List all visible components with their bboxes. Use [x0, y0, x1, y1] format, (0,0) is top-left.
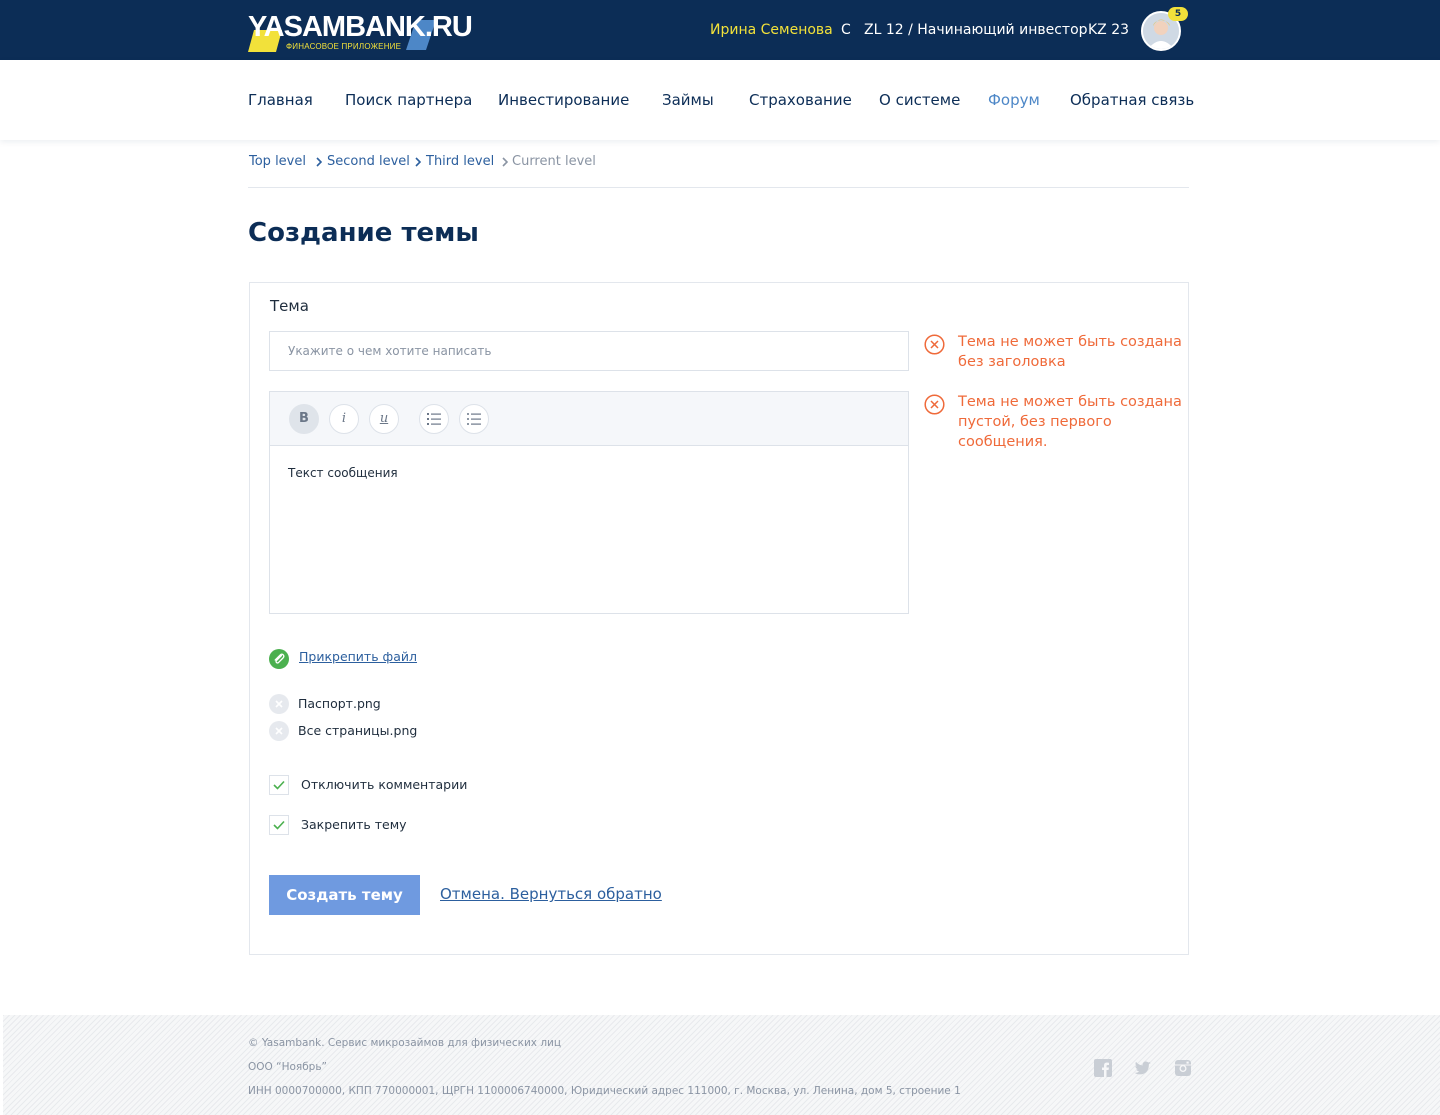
create-topic-button[interactable]: Создать тему — [269, 875, 420, 915]
footer-legal: ИНН 0000700000, КПП 770000001, ЩРГН 1100… — [248, 1085, 961, 1097]
nav-item-partner-search[interactable]: Поиск партнера — [345, 90, 472, 110]
breadcrumb-item[interactable]: Top level — [249, 154, 306, 170]
footer-company: ООО “Ноябрь” — [248, 1061, 327, 1073]
italic-button[interactable]: i — [329, 404, 359, 434]
logo[interactable]: YASAMBANK.RU ФИНАСОВОЕ ПРИЛОЖЕНИЕ — [248, 8, 473, 52]
nav-item-feedback[interactable]: Обратная связь — [1070, 90, 1194, 110]
logo-text: YASAMBANK.RU — [248, 11, 473, 43]
notification-badge: 5 — [1168, 7, 1188, 21]
error-text: Тема не может быть создана пустой, без п… — [958, 394, 1182, 450]
file-name: Все страницы.png — [298, 723, 418, 738]
pin-topic-label[interactable]: Закрепить тему — [301, 816, 407, 834]
nav-item-investing[interactable]: Инвестирование — [498, 90, 629, 110]
checkmark-icon — [273, 820, 285, 830]
bullet-list-icon — [467, 413, 481, 425]
paperclip-icon[interactable] — [269, 649, 289, 669]
nav-item-home[interactable]: Главная — [248, 90, 313, 110]
attach-file-link[interactable]: Прикрепить файл — [299, 648, 417, 666]
message-editor[interactable]: B i u Текст сообщения — [269, 391, 909, 614]
chevron-right-icon — [415, 157, 421, 167]
user-kz-balance: KZ 23 — [1088, 22, 1130, 38]
facebook-icon[interactable] — [1094, 1059, 1112, 1077]
top-bar: YASAMBANK.RU ФИНАСОВОЕ ПРИЛОЖЕНИЕ Ирина … — [0, 0, 1440, 60]
close-icon — [275, 727, 283, 735]
file-name: Паспорт.png — [298, 696, 381, 711]
breadcrumb-item[interactable]: Third level — [426, 154, 494, 170]
underline-button[interactable]: u — [369, 404, 399, 434]
nav-item-loans[interactable]: Займы — [662, 90, 714, 110]
footer: © Yasambank. Сервис микрозаймов для физи… — [3, 1015, 1440, 1115]
nav-item-forum[interactable]: Форум — [988, 90, 1040, 110]
message-text[interactable]: Текст сообщения — [288, 465, 398, 481]
bullet-list-button[interactable] — [459, 404, 489, 434]
twitter-icon[interactable] — [1134, 1059, 1152, 1077]
chevron-right-icon — [316, 157, 322, 167]
remove-file-button[interactable] — [269, 721, 289, 741]
user-level: ZL 12 / Начинающий инвестор — [864, 22, 1088, 38]
ordered-list-icon — [427, 413, 441, 425]
disable-comments-label[interactable]: Отключить комментарии — [301, 776, 467, 794]
chevron-right-icon — [502, 157, 508, 167]
bold-button[interactable]: B — [289, 404, 319, 434]
paperclip-glyph-icon — [274, 653, 285, 664]
page-title: Создание темы — [248, 218, 479, 248]
logo-subtitle: ФИНАСОВОЕ ПРИЛОЖЕНИЕ — [286, 42, 402, 51]
nav-item-about[interactable]: О системе — [879, 90, 960, 110]
divider — [248, 187, 1189, 188]
instagram-icon[interactable] — [1174, 1059, 1192, 1077]
error-text: Тема не может быть создана без заголовка — [958, 334, 1182, 370]
breadcrumb-current: Current level — [512, 154, 596, 169]
user-currency: С — [841, 22, 851, 38]
remove-file-button[interactable] — [269, 694, 289, 714]
create-topic-form — [249, 282, 1189, 955]
editor-toolbar: B i u — [270, 392, 908, 446]
disable-comments-checkbox[interactable] — [269, 775, 289, 795]
close-icon — [275, 700, 283, 708]
nav-item-insurance[interactable]: Страхование — [749, 90, 852, 110]
topic-input[interactable] — [269, 331, 909, 371]
breadcrumb-item[interactable]: Second level — [327, 154, 410, 170]
checkmark-icon — [273, 780, 285, 790]
topic-label: Тема — [270, 297, 309, 315]
ordered-list-button[interactable] — [419, 404, 449, 434]
error-icon — [924, 394, 945, 415]
footer-copyright: © Yasambank. Сервис микрозаймов для физи… — [248, 1037, 562, 1049]
main-nav: Главная Поиск партнера Инвестирование За… — [0, 60, 1440, 140]
error-icon — [924, 334, 945, 355]
cancel-link[interactable]: Отмена. Вернуться обратно — [440, 884, 662, 904]
pin-topic-checkbox[interactable] — [269, 815, 289, 835]
user-name[interactable]: Ирина Семенова — [710, 20, 833, 40]
